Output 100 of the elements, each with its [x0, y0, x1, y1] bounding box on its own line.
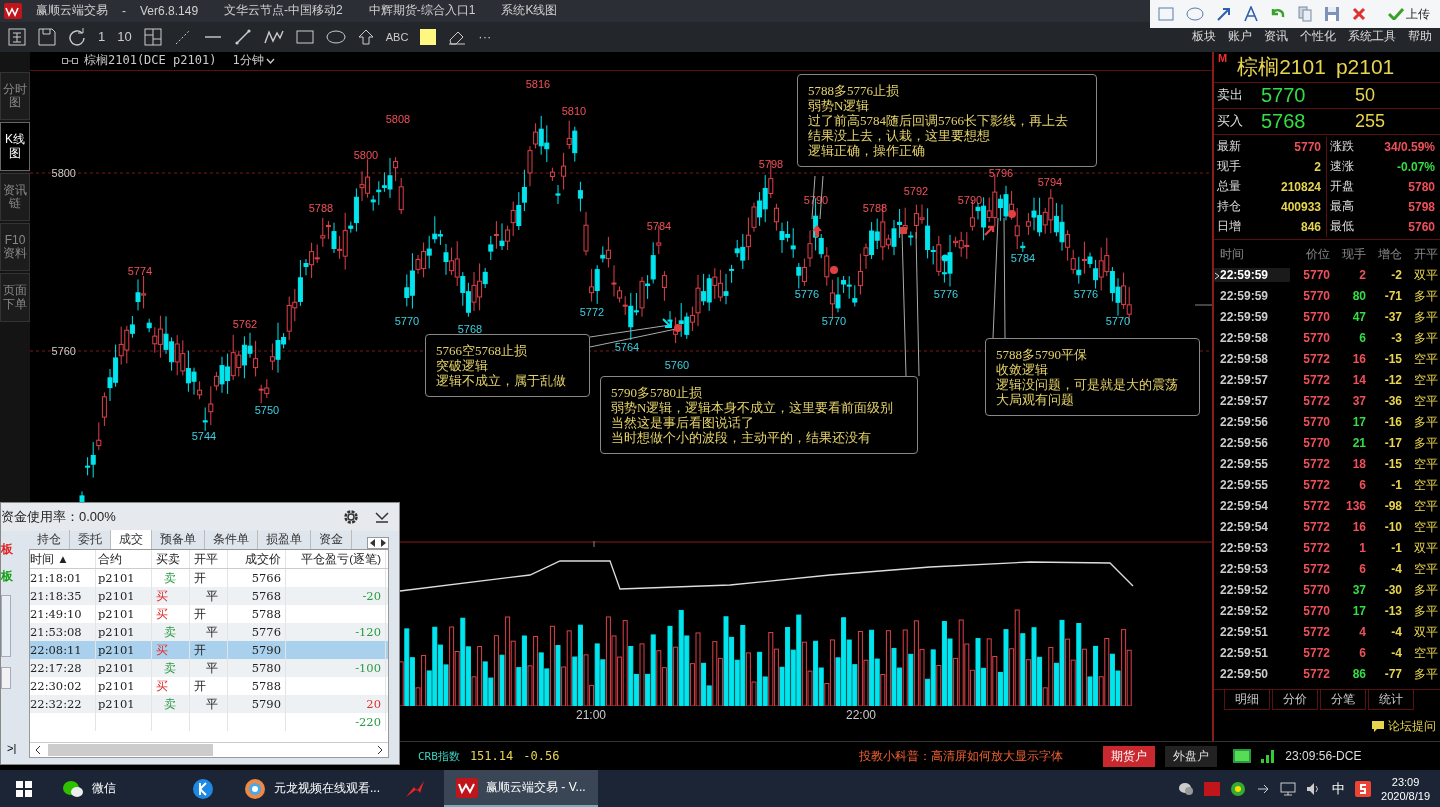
bid-price: 5768 [1261, 109, 1307, 133]
column-header: 增仓 [1377, 245, 1402, 263]
ellipse-icon[interactable] [1186, 7, 1204, 21]
tick-change: -15 [1383, 352, 1402, 367]
link-icon[interactable] [62, 56, 78, 65]
end-button[interactable]: >| [1, 742, 23, 754]
stat-label: 开盘 [1330, 178, 1354, 196]
side-field[interactable] [1, 595, 11, 657]
price-mark-label: 5816 [525, 77, 551, 90]
tool-one[interactable]: 1 [98, 29, 106, 45]
bottom-tab[interactable]: 明细 [1224, 690, 1270, 711]
windows-start-icon[interactable] [16, 780, 32, 797]
tick-price: 5770 [1302, 415, 1330, 430]
zigzag-icon[interactable] [263, 28, 284, 45]
text-icon[interactable] [1244, 6, 1258, 22]
trade-row[interactable]: 21:18:35 p2101 买 平 5768 -20 [30, 587, 388, 605]
column-header[interactable]: 时间 ▲ [30, 550, 96, 568]
letter-s-icon[interactable] [1355, 780, 1372, 797]
app-title: 赢顺云端交易 [36, 2, 108, 20]
annotation-note: 5790多5780止损 弱势N逻辑，逻辑本身不成立，这里要看前面级别 当然这是事后看图说话了 当时想做个小的波段，主动平的，结果还没有 [600, 375, 918, 454]
bottom-tab[interactable]: 分笔 [1320, 690, 1366, 711]
arrow-icon[interactable] [1216, 6, 1232, 22]
scroll-right-icon[interactable] [376, 745, 384, 755]
save-icon[interactable] [1324, 6, 1340, 22]
app-logo-icon[interactable] [1204, 781, 1221, 796]
tick-type: 多平 [1413, 434, 1438, 452]
trade-side: 买 [152, 587, 190, 605]
version-label: Ver6.8.149 [140, 4, 199, 18]
column-header[interactable]: 买卖 [152, 550, 190, 568]
price-mark-label: 5772 [579, 305, 605, 318]
app-logo-icon [4, 3, 22, 19]
side-tab[interactable]: F10资料 [0, 223, 30, 272]
column-header[interactable]: 合约 [96, 550, 152, 568]
tick-change: -4 [1390, 625, 1402, 640]
refresh-icon[interactable] [68, 27, 86, 46]
taskbar-app[interactable]: 元龙视频在线观看... [232, 770, 392, 807]
text-tool[interactable]: ABC [385, 30, 409, 43]
period-dropdown[interactable]: 1分钟 [232, 52, 275, 70]
network-icon[interactable] [1280, 781, 1297, 796]
tick-volume: 14 [1351, 373, 1366, 388]
input-method[interactable]: 中 [1332, 779, 1346, 798]
scroll-right-icon[interactable] [379, 538, 388, 548]
stat-label: 最新 [1217, 138, 1241, 156]
side-tab[interactable]: 资讯链 [0, 172, 30, 222]
menu-item[interactable]: 资讯 [1264, 28, 1288, 46]
globe-icon[interactable] [1230, 780, 1247, 797]
chat-bubbles-icon[interactable] [1178, 781, 1195, 796]
price-mark-label: 5760 [664, 358, 690, 371]
stat-label: 日增 [1217, 218, 1241, 236]
column-header[interactable]: 开平 [190, 550, 228, 568]
tool-ten[interactable]: 10 [117, 29, 132, 45]
side-field[interactable] [1, 667, 11, 689]
save-icon[interactable] [38, 27, 56, 46]
price-mark-label: 5770 [394, 314, 420, 327]
ellipse-icon[interactable] [325, 29, 346, 44]
side-tab[interactable]: 分时图 [0, 71, 30, 121]
color-swatch-icon[interactable] [420, 28, 437, 45]
taskbar-app[interactable]: 微信 [50, 770, 180, 807]
tick-type: 多平 [1413, 329, 1438, 347]
trade-row[interactable]: 21:53:08 p2101 卖 平 5776 -120 [30, 623, 388, 641]
layout-icon[interactable] [143, 27, 162, 46]
ask-volume: 50 [1355, 84, 1376, 106]
taskbar-app[interactable]: 赢顺云端交易 - V... [444, 770, 598, 807]
account-tab[interactable]: 外盘户 [1165, 745, 1218, 767]
column-header[interactable]: 成交价 [228, 550, 286, 568]
tick-price: 5772 [1302, 394, 1330, 409]
horizontal-scrollbar[interactable] [30, 742, 388, 757]
trade-row[interactable]: 22:32:22 p2101 卖 平 5790 20 [30, 695, 388, 713]
scroll-left-icon[interactable] [34, 745, 42, 755]
menu-item[interactable]: 个性化 [1300, 28, 1336, 46]
up-arrow-icon[interactable] [357, 28, 374, 45]
trade-row[interactable]: 22:17:28 p2101 卖 平 5780 -100 [30, 659, 388, 677]
side-tab[interactable]: 页面下单 [0, 273, 30, 322]
panel-tab[interactable]: 成交 [111, 530, 152, 549]
more-button[interactable]: ··· [478, 29, 492, 45]
menu-item[interactable]: 帮助 [1408, 28, 1432, 46]
account-tab[interactable]: 期货户 [1103, 745, 1156, 767]
side-tab[interactable]: K线图 [0, 122, 30, 171]
bottom-tab[interactable]: 统计 [1368, 690, 1414, 711]
bottom-tab[interactable]: 分价 [1272, 690, 1318, 711]
collapse-icon[interactable] [375, 511, 389, 523]
tip-link[interactable]: 投教小科普：高清屏如何放大显示字体 [859, 747, 1064, 765]
segment-icon[interactable] [233, 27, 252, 46]
grid-icon[interactable] [8, 27, 26, 46]
price-mark-label: 5762 [232, 318, 258, 331]
contract-code: p2101 [1335, 54, 1395, 79]
title-info: 系统K线图 [501, 2, 558, 20]
column-header[interactable]: 平仓盈亏(逐笔) [286, 550, 386, 568]
close-icon[interactable] [1352, 7, 1366, 21]
trade-row[interactable]: 22:08:11 p2101 买 开 5790 [30, 641, 388, 659]
horizontal-line-icon[interactable] [203, 34, 222, 39]
rectangle-icon[interactable] [295, 29, 314, 44]
menu-item[interactable]: 板块 [1192, 28, 1216, 46]
time-axis-label: 22:00 [846, 707, 877, 722]
settings-icon[interactable] [343, 509, 359, 525]
menu-item[interactable]: 系统工具 [1348, 28, 1396, 46]
forum-link[interactable]: 论坛提问 [1388, 718, 1436, 736]
scroll-left-icon[interactable] [368, 538, 377, 548]
menu-item[interactable]: 账户 [1228, 28, 1252, 46]
upload-button[interactable]: 上传 [1388, 5, 1430, 23]
